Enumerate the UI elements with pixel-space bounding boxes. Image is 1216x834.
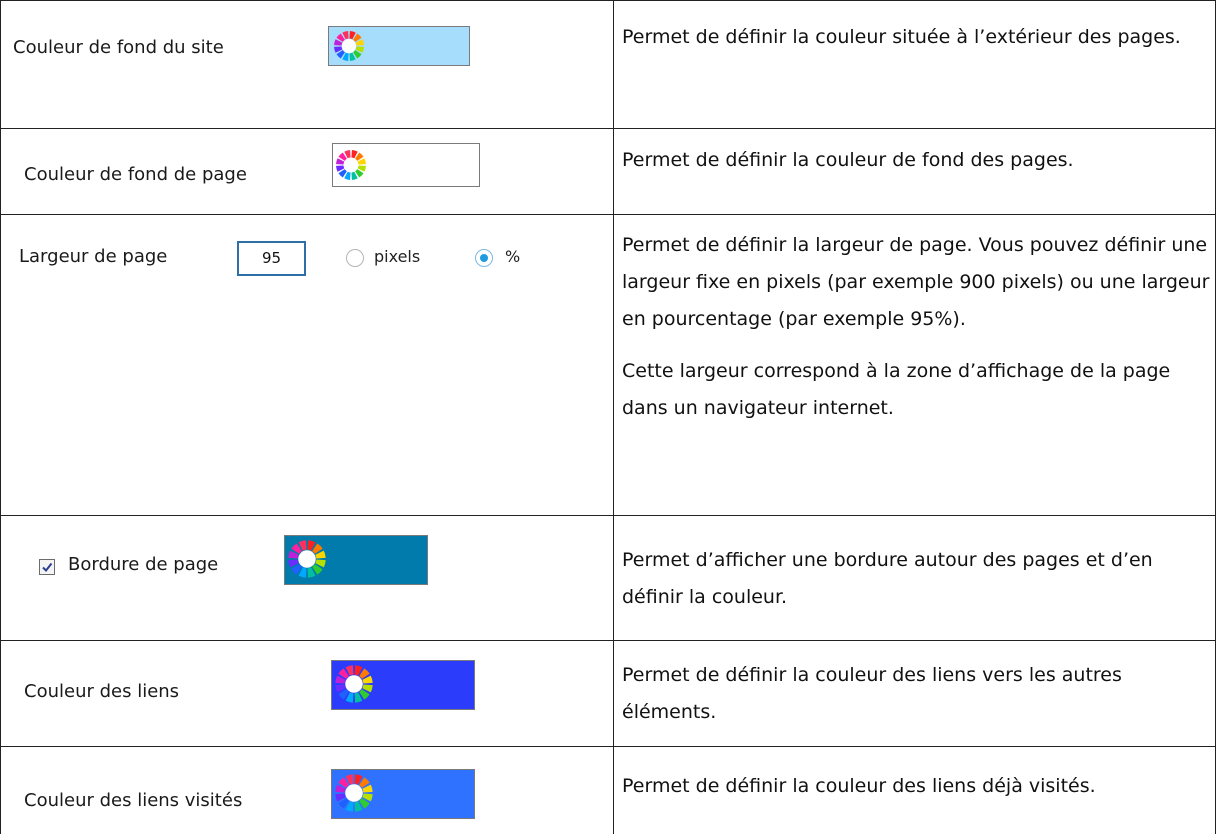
page-border-color-swatch[interactable]	[284, 535, 428, 585]
row-description: Permet de définir la largeur de page. Vo…	[622, 234, 1210, 419]
page-background-label: Couleur de fond de page	[24, 164, 247, 185]
color-wheel-icon	[334, 31, 364, 61]
visited-link-color-swatch[interactable]	[331, 769, 475, 819]
checkmark-icon	[42, 562, 53, 573]
color-wheel-center	[298, 550, 316, 568]
page-border-checkbox[interactable]	[39, 559, 55, 575]
page-width-label: Largeur de page	[19, 246, 168, 267]
row-description: Permet de définir la couleur des liens v…	[622, 664, 1122, 723]
link-color-label: Couleur des liens	[24, 681, 180, 702]
color-wheel-icon	[336, 150, 366, 180]
site-background-color-swatch[interactable]	[328, 26, 470, 66]
visited-link-color-label: Couleur des liens visités	[24, 790, 243, 811]
row-description: Permet de définir la couleur des liens d…	[622, 775, 1096, 797]
site-background-label: Couleur de fond du site	[13, 37, 224, 58]
color-wheel-icon	[288, 540, 326, 578]
color-wheel-icon	[335, 774, 373, 812]
row-description: Permet de définir la couleur de fond des…	[622, 149, 1074, 171]
row-description: Permet d’afficher une bordure autour des…	[622, 549, 1153, 608]
table-row: Couleur de fond du site Permet de défini…	[0, 0, 1216, 128]
unit-percent-radio[interactable]	[475, 249, 493, 267]
unit-percent-label: %	[505, 247, 521, 266]
page-background-color-swatch[interactable]	[332, 143, 480, 187]
row-description: Permet de définir la couleur située à l’…	[622, 26, 1181, 48]
color-wheel-center	[342, 39, 356, 53]
color-wheel-center	[345, 675, 363, 693]
page-width-input[interactable]: 95	[237, 241, 306, 276]
link-color-swatch[interactable]	[331, 660, 475, 710]
page-border-label: Bordure de page	[68, 554, 219, 575]
unit-pixels-label: pixels	[374, 247, 421, 266]
unit-pixels-radio[interactable]	[346, 249, 364, 267]
table-row: Largeur de page 95 pixels % Permet de dé…	[0, 214, 1216, 515]
settings-table: Couleur de fond du site Permet de défini…	[0, 0, 1216, 834]
table-row: Couleur de fond de page Permet de défini…	[0, 128, 1216, 214]
table-row: Couleur des liens Permet de définir la c…	[0, 640, 1216, 746]
table-row: Couleur des liens visités Permet de défi…	[0, 746, 1216, 834]
color-wheel-center	[345, 784, 363, 802]
color-wheel-icon	[335, 665, 373, 703]
table-row: Bordure de page Permet d’afficher une bo…	[0, 515, 1216, 640]
color-wheel-center	[344, 158, 358, 172]
